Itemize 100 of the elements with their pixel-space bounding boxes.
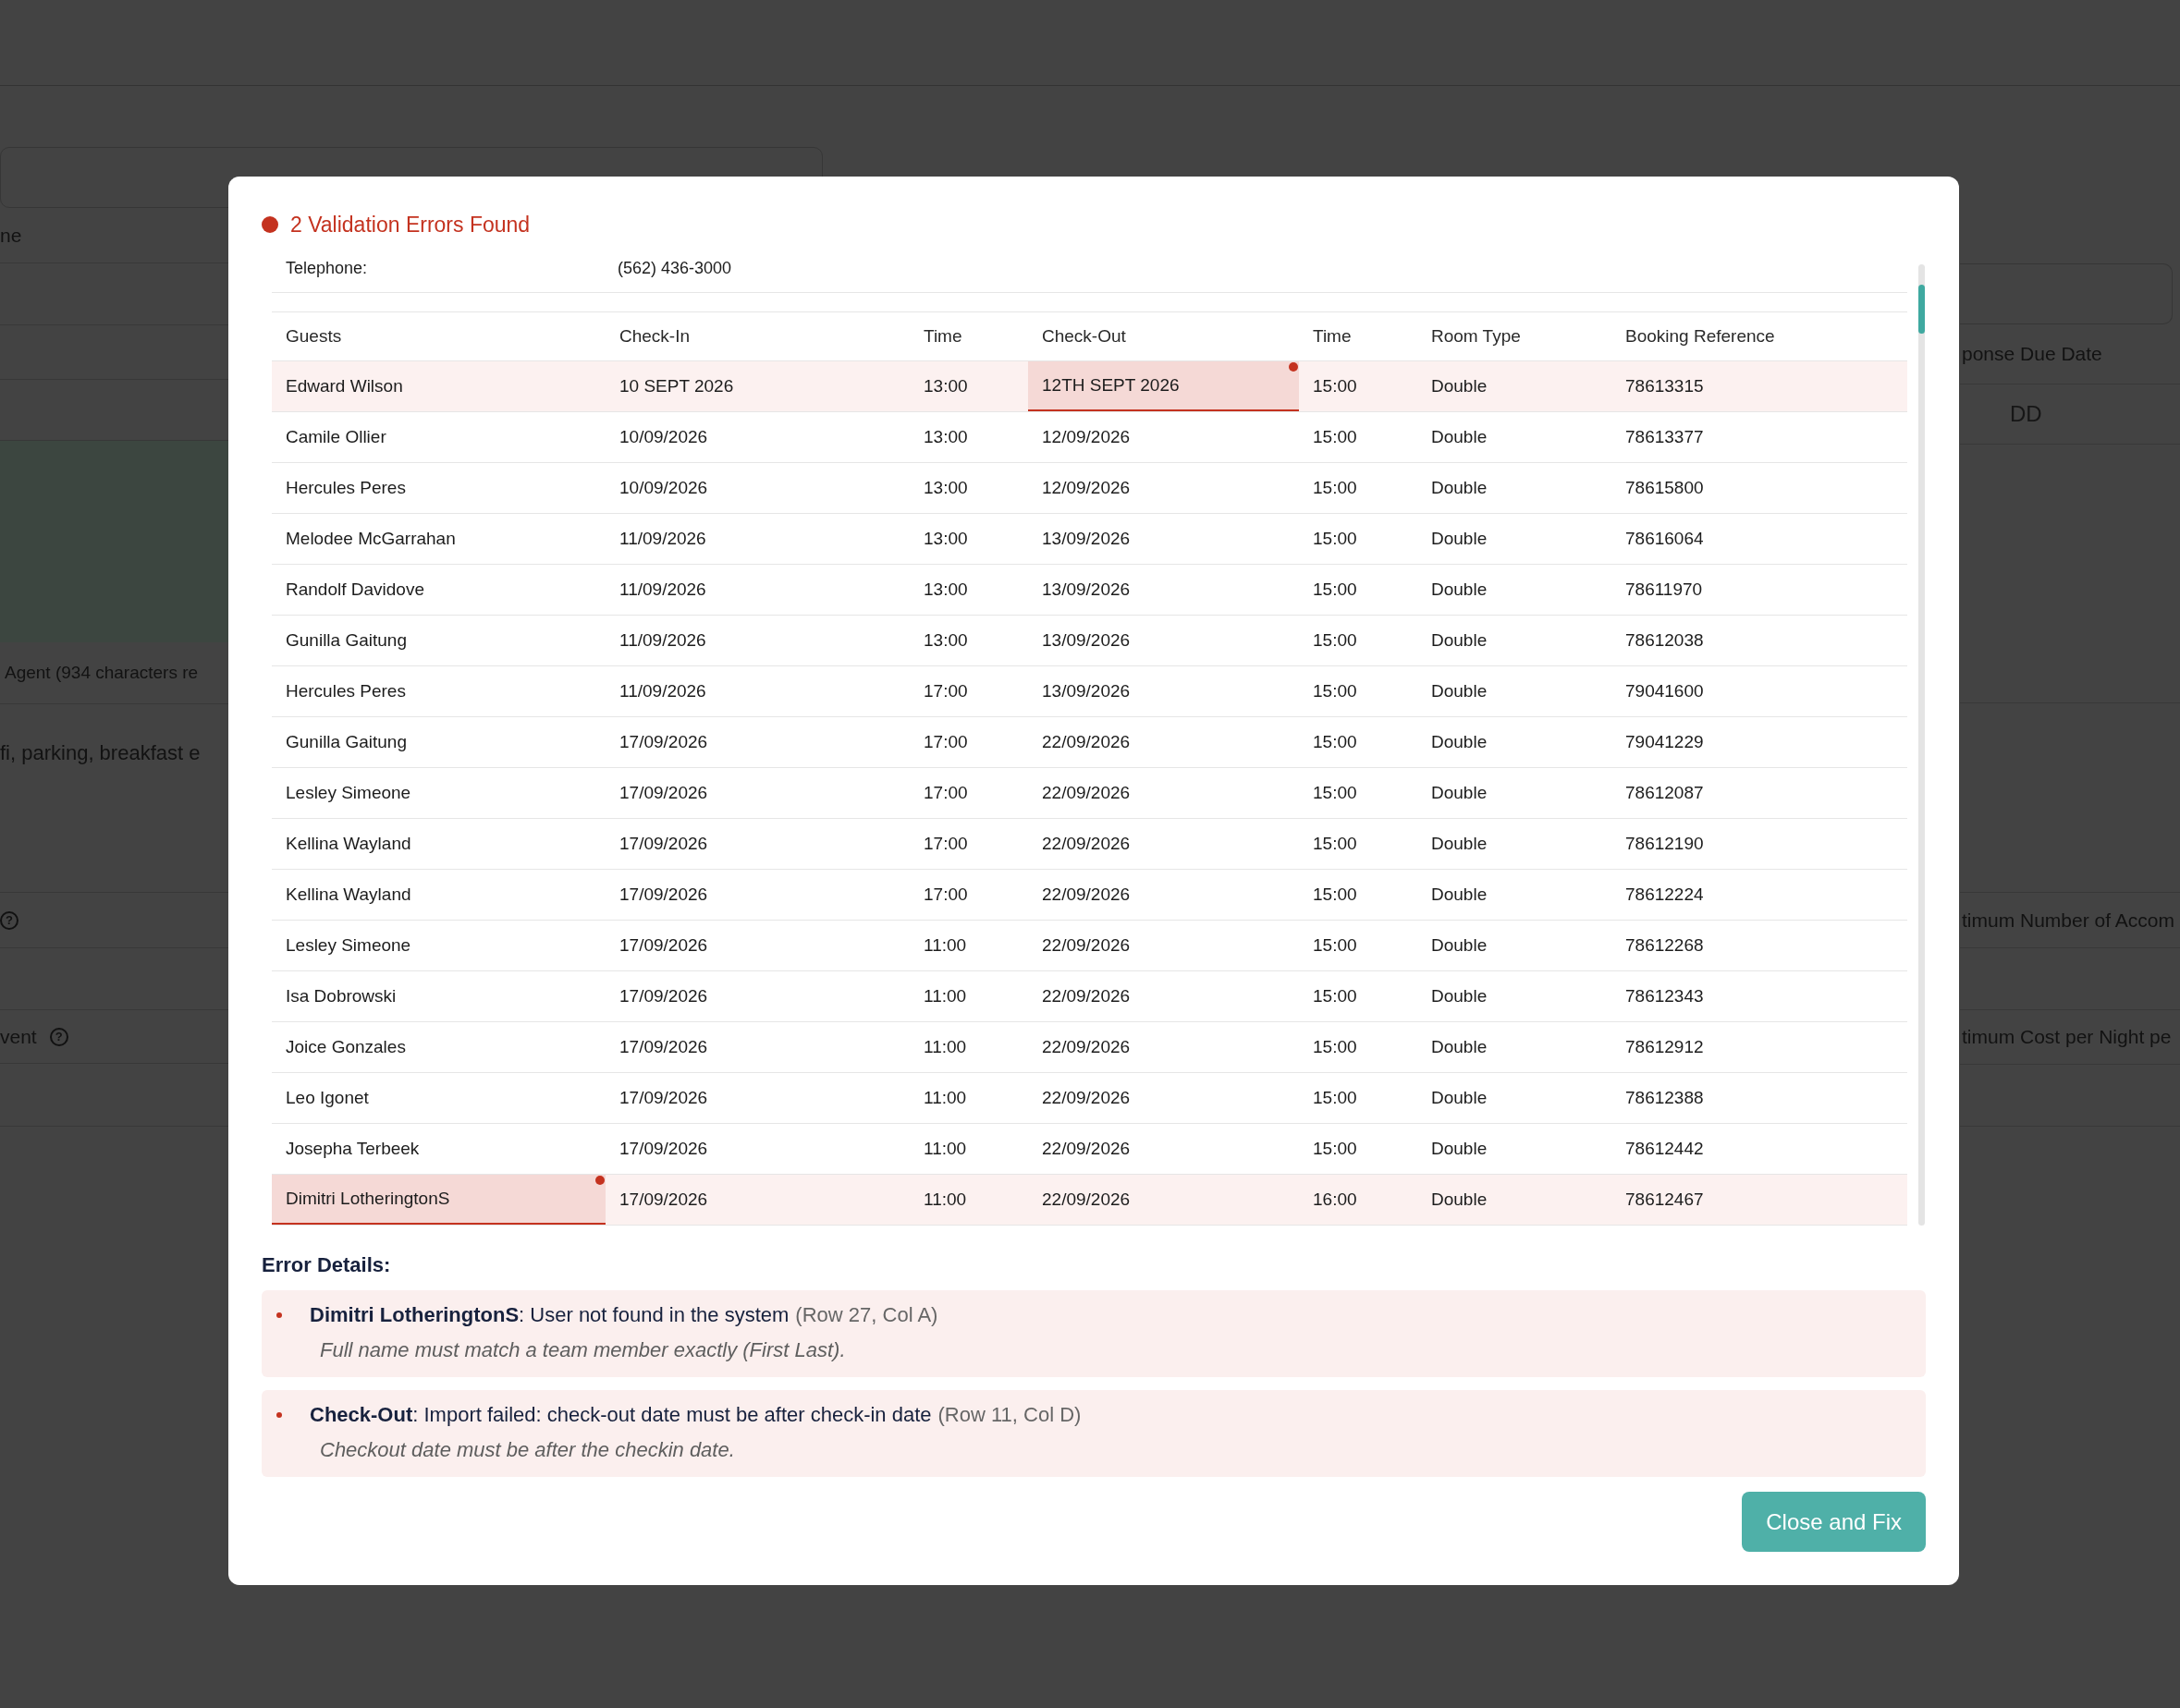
- table-cell-text: 22/09/2026: [1041, 934, 1132, 957]
- table-cell-text: 22/09/2026: [1041, 1138, 1132, 1160]
- table-cell-text: 78612442: [1624, 1138, 1705, 1160]
- section-heading: Error Details:: [262, 1253, 392, 1277]
- table-cell-text: 22/09/2026: [1041, 1036, 1132, 1058]
- table-cell-text: 17/09/2026: [618, 934, 709, 957]
- table-cell-text: 15:00: [1312, 629, 1358, 652]
- table-cell-text: 15:00: [1312, 934, 1358, 957]
- table-cell-text: 16:00: [1312, 1189, 1358, 1211]
- table-cell-text: 78612388: [1624, 1087, 1705, 1109]
- table-cell-text: Isa Dobrowski: [285, 985, 398, 1007]
- table-cell-text: Kellina Wayland: [285, 884, 412, 906]
- table-cell-text: 13:00: [923, 629, 969, 652]
- table-cell-text: 22/09/2026: [1041, 731, 1132, 753]
- table-cell-text: 15:00: [1312, 680, 1358, 702]
- table-cell-text: 17:00: [923, 884, 969, 906]
- column-header: Check-Out: [1041, 325, 1127, 348]
- close-and-fix-button[interactable]: Close and Fix: [1742, 1492, 1926, 1552]
- table-cell-text: 11:00: [923, 1138, 968, 1160]
- table-cell-text: 78612224: [1624, 884, 1705, 906]
- error-marker-icon: [595, 1176, 605, 1185]
- error-marker-icon: [1289, 362, 1298, 372]
- table-cell-text: 78613315: [1624, 375, 1705, 397]
- table-cell-text: 10/09/2026: [618, 426, 709, 448]
- scrollbar[interactable]: [1918, 264, 1925, 1226]
- help-icon[interactable]: ?: [0, 910, 18, 930]
- table-cell-text: 13:00: [923, 579, 969, 601]
- table-cell-text: 78612190: [1624, 833, 1705, 855]
- table-cell-text: 13/09/2026: [1041, 680, 1132, 702]
- table-cell-text: Gunilla Gaitung: [285, 731, 408, 753]
- table-cell-text: 11/09/2026: [618, 579, 707, 601]
- table-cell-text: 13/09/2026: [1041, 579, 1132, 601]
- column-header: Time: [923, 325, 963, 348]
- table-cell-text: 78612343: [1624, 985, 1705, 1007]
- table-cell-text: 15:00: [1312, 375, 1358, 397]
- table-cell-text: 11/09/2026: [618, 528, 707, 550]
- table-cell-text: 11:00: [923, 985, 968, 1007]
- table-cell-text: 78612467: [1624, 1189, 1705, 1211]
- table-cell-text: Hercules Peres: [285, 680, 407, 702]
- table-cell-text: Hercules Peres: [285, 477, 407, 499]
- table-cell-text: Camile Ollier: [285, 426, 387, 448]
- table-cell-text: 15:00: [1312, 1036, 1358, 1058]
- table-cell-text: Double: [1430, 782, 1488, 804]
- bullet-icon: [276, 1312, 282, 1318]
- table-cell-text: 22/09/2026: [1041, 1189, 1132, 1211]
- help-icon[interactable]: ?: [49, 1027, 68, 1046]
- table-cell-text: 17/09/2026: [618, 1087, 709, 1109]
- table-cell-text: 15:00: [1312, 1138, 1358, 1160]
- table-cell-text: Double: [1430, 833, 1488, 855]
- table-cell-text: 11:00: [923, 1036, 968, 1058]
- table-cell-text: Edward Wilson: [285, 375, 404, 397]
- table-cell-text: 17/09/2026: [618, 833, 709, 855]
- table-cell-text: Randolf Davidove: [285, 579, 425, 601]
- table-cell-text: 15:00: [1312, 477, 1358, 499]
- error-status-icon: [262, 216, 278, 233]
- table-cell-text: Double: [1430, 528, 1488, 550]
- table-cell-text: Lesley Simeone: [285, 934, 412, 957]
- table-cell-text: 17:00: [923, 680, 969, 702]
- dialog-title: 2 Validation Errors Found: [290, 212, 531, 238]
- table-cell-text: 15:00: [1312, 782, 1358, 804]
- table-cell-text: Kellina Wayland: [285, 833, 412, 855]
- table-cell-text: Double: [1430, 1036, 1488, 1058]
- table-cell-text: Leo Igonet: [285, 1087, 370, 1109]
- table-cell-text: 22/09/2026: [1041, 985, 1132, 1007]
- table-cell-text: 15:00: [1312, 426, 1358, 448]
- table-cell-text: 17:00: [923, 782, 969, 804]
- table-cell-text: 78612038: [1624, 629, 1705, 652]
- table-cell-text: 13:00: [923, 375, 969, 397]
- table-cell-text: 10/09/2026: [618, 477, 709, 499]
- table-cell-text: 17/09/2026: [618, 1189, 709, 1211]
- bullet-icon: [276, 1412, 282, 1418]
- error-location: (Row 27, Col A): [795, 1303, 938, 1326]
- table-cell-text: 22/09/2026: [1041, 782, 1132, 804]
- table-cell-text: 78612268: [1624, 934, 1705, 957]
- table-cell-text: 22/09/2026: [1041, 1087, 1132, 1109]
- table-cell-text: Double: [1430, 375, 1488, 397]
- table-cell-text: 79041600: [1624, 680, 1705, 702]
- column-header: Guests: [285, 325, 343, 348]
- table-cell-text: 15:00: [1312, 731, 1358, 753]
- table-cell-text: 22/09/2026: [1041, 884, 1132, 906]
- table-cell-text: Double: [1430, 1189, 1488, 1211]
- column-header: Room Type: [1430, 325, 1522, 348]
- error-hint: Checkout date must be after the checkin date.: [320, 1438, 736, 1462]
- contact-label: Telephone:: [285, 259, 369, 278]
- table-cell-text: 17/09/2026: [618, 884, 709, 906]
- table-cell-text: 17/09/2026: [618, 985, 709, 1007]
- table-cell-text: Gunilla Gaitung: [285, 629, 408, 652]
- error-message: Dimitri LotheringtonS: User not found in the system: [310, 1303, 790, 1326]
- table-cell-text: 22/09/2026: [1041, 833, 1132, 855]
- error-location: (Row 11, Col D): [937, 1403, 1082, 1426]
- table-cell-text: 15:00: [1312, 985, 1358, 1007]
- table-cell-text: 78611970: [1624, 579, 1704, 601]
- table-cell-text: 17:00: [923, 731, 969, 753]
- table-cell-text: 13:00: [923, 528, 969, 550]
- table-cell-text: 17/09/2026: [618, 1036, 709, 1058]
- error-message: Check-Out: Import failed: check-out date must be after check-in date: [310, 1403, 932, 1426]
- input-field[interactable]: [1960, 263, 2173, 324]
- table-cell-text: 15:00: [1312, 833, 1358, 855]
- table-cell-text: Double: [1430, 1087, 1488, 1109]
- table-cell-text: 11/09/2026: [618, 629, 707, 652]
